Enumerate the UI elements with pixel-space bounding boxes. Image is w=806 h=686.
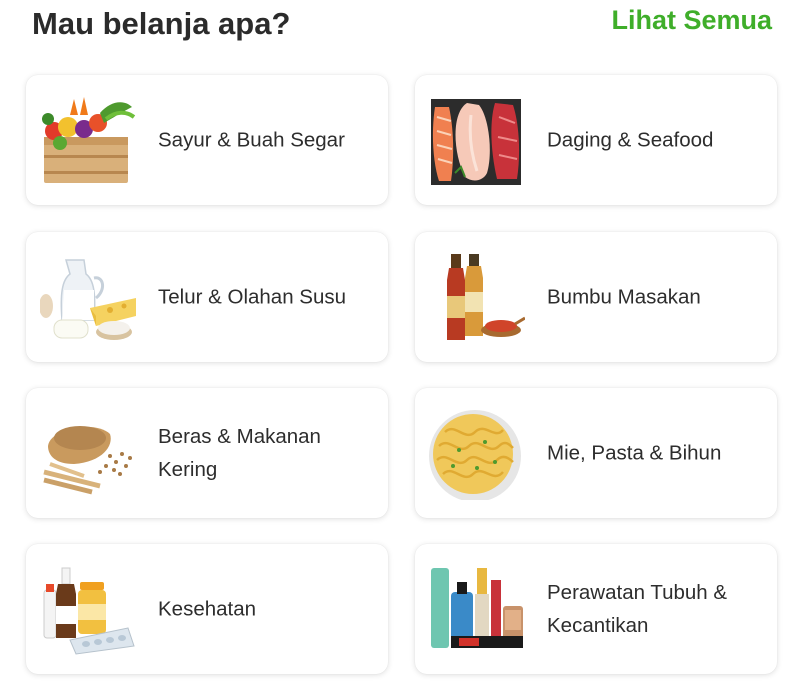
category-label: Mie, Pasta & Bihun xyxy=(547,441,722,465)
section-title: Mau belanja apa? xyxy=(32,6,291,41)
dairy-eggs-icon xyxy=(40,250,136,344)
category-label: Kesehatan xyxy=(158,597,257,621)
category-label: Telur & Olahan Susu xyxy=(158,285,347,309)
category-label: Beras & Makanan Kering xyxy=(158,425,321,481)
category-card-meat-seafood[interactable]: Daging & Seafood xyxy=(415,75,777,205)
category-card-rice-dry-food[interactable]: Beras & Makanan Kering xyxy=(26,388,388,518)
category-card-body-care-beauty[interactable]: Perawatan Tubuh & Kecantikan xyxy=(415,544,777,674)
category-label: Bumbu Masakan xyxy=(547,285,701,309)
category-section: Mau belanja apa? Lihat Semua Sayur & Bua… xyxy=(0,0,806,686)
meat-fish-icon xyxy=(429,93,525,187)
see-all-link[interactable]: Lihat Semua xyxy=(611,5,772,36)
category-card-eggs-dairy[interactable]: Telur & Olahan Susu xyxy=(26,232,388,362)
sauce-bottles-icon xyxy=(429,250,525,344)
section-header: Mau belanja apa? Lihat Semua xyxy=(0,0,806,60)
category-label: Sayur & Buah Segar xyxy=(158,128,345,152)
category-card-fresh-produce[interactable]: Sayur & Buah Segar xyxy=(26,75,388,205)
category-card-noodles[interactable]: Mie, Pasta & Bihun xyxy=(415,388,777,518)
noodle-bowl-icon xyxy=(429,406,525,500)
category-card-seasoning[interactable]: Bumbu Masakan xyxy=(415,232,777,362)
medicine-icon xyxy=(40,562,136,656)
vegetable-crate-icon xyxy=(40,93,136,187)
cosmetics-icon xyxy=(429,562,525,656)
grain-wheat-icon xyxy=(40,406,136,500)
category-card-health[interactable]: Kesehatan xyxy=(26,544,388,674)
category-label: Daging & Seafood xyxy=(547,128,714,152)
category-label: Perawatan Tubuh & Kecantikan xyxy=(547,581,728,637)
